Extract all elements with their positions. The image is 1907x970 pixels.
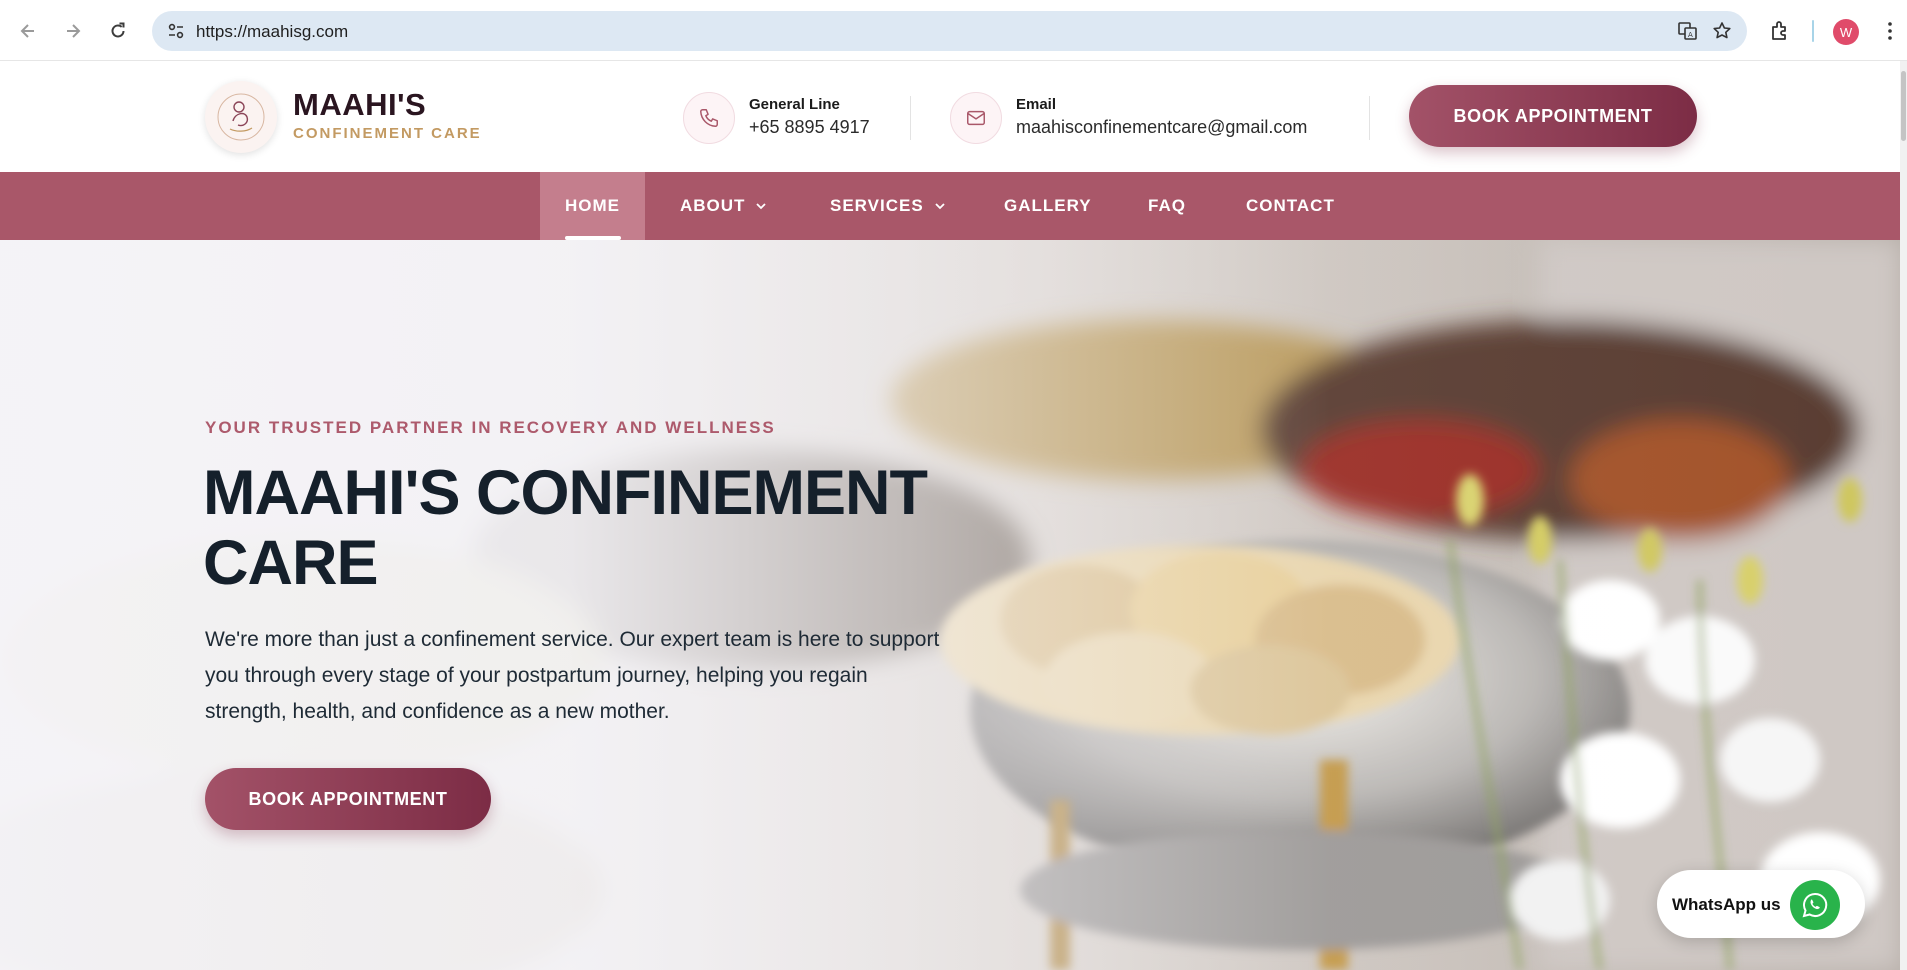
kebab-menu-icon[interactable] (1878, 19, 1902, 43)
header-divider (1369, 96, 1370, 140)
address-bar[interactable]: https://maahisg.com A (152, 11, 1747, 51)
nav-item-contact[interactable]: CONTACT (1246, 172, 1335, 240)
hero-title-line: MAAHI'S CONFINEMENT (203, 458, 928, 528)
hero-overlay (0, 240, 1900, 970)
chevron-down-icon (756, 203, 767, 210)
url-text[interactable]: https://maahisg.com (196, 22, 348, 42)
brand-tagline: CONFINEMENT CARE (293, 125, 482, 142)
translate-icon[interactable]: A (1676, 20, 1698, 42)
scrollbar-thumb[interactable] (1901, 71, 1906, 141)
hero-book-appointment-button[interactable]: BOOK APPOINTMENT (205, 768, 491, 830)
back-arrow-icon[interactable] (14, 17, 42, 45)
page-scrollbar[interactable] (1900, 61, 1907, 970)
email-address[interactable]: maahisconfinementcare@gmail.com (1016, 117, 1307, 138)
nav-item-about[interactable]: ABOUT (680, 172, 767, 240)
mother-baby-logo-icon (217, 93, 265, 141)
hero-title: MAAHI'S CONFINEMENT CARE (203, 458, 963, 598)
phone-label: General Line (749, 96, 840, 113)
nav-item-home[interactable]: HOME (540, 172, 645, 240)
brand-logo[interactable] (205, 81, 277, 153)
profile-avatar[interactable]: W (1833, 19, 1859, 45)
email-label: Email (1016, 96, 1057, 113)
brand-name[interactable]: MAAHI'S (293, 87, 426, 123)
chevron-down-icon (935, 203, 945, 210)
nav-item-faq[interactable]: FAQ (1148, 172, 1186, 240)
forward-arrow-icon[interactable] (59, 17, 87, 45)
email-icon (950, 92, 1002, 144)
hero-eyebrow: YOUR TRUSTED PARTNER IN RECOVERY AND WEL… (205, 418, 776, 437)
hero-description: We're more than just a confinement servi… (205, 628, 940, 723)
hero-title-line: CARE (203, 528, 379, 598)
header-divider (910, 96, 911, 140)
nav-label: ABOUT (680, 196, 746, 215)
browser-toolbar: https://maahisg.com A W (0, 0, 1907, 61)
whatsapp-label: WhatsApp us (1672, 895, 1781, 914)
svg-text:A: A (1688, 31, 1693, 39)
nav-label: SERVICES (830, 196, 924, 215)
site-settings-icon[interactable] (166, 21, 186, 41)
extensions-icon[interactable] (1768, 19, 1792, 43)
reload-icon[interactable] (104, 17, 132, 45)
hero-section: YOUR TRUSTED PARTNER IN RECOVERY AND WEL… (0, 240, 1900, 970)
star-icon[interactable] (1711, 20, 1733, 42)
main-navigation: HOME ABOUT SERVICES GALLERY FAQ CONTACT (0, 172, 1900, 240)
nav-item-gallery[interactable]: GALLERY (1004, 172, 1092, 240)
nav-label: HOME (565, 196, 620, 215)
nav-item-services[interactable]: SERVICES (830, 172, 946, 240)
phone-number[interactable]: +65 8895 4917 (749, 117, 870, 138)
nav-label: CONTACT (1246, 196, 1335, 215)
site-header: MAAHI'S CONFINEMENT CARE General Line +6… (0, 61, 1900, 172)
book-appointment-button[interactable]: BOOK APPOINTMENT (1409, 85, 1697, 147)
nav-label: GALLERY (1004, 196, 1092, 215)
phone-icon (683, 92, 735, 144)
whatsapp-icon (1790, 880, 1840, 930)
nav-label: FAQ (1148, 196, 1186, 215)
toolbar-divider (1812, 20, 1814, 42)
whatsapp-chat-button[interactable]: WhatsApp us (1657, 870, 1865, 938)
